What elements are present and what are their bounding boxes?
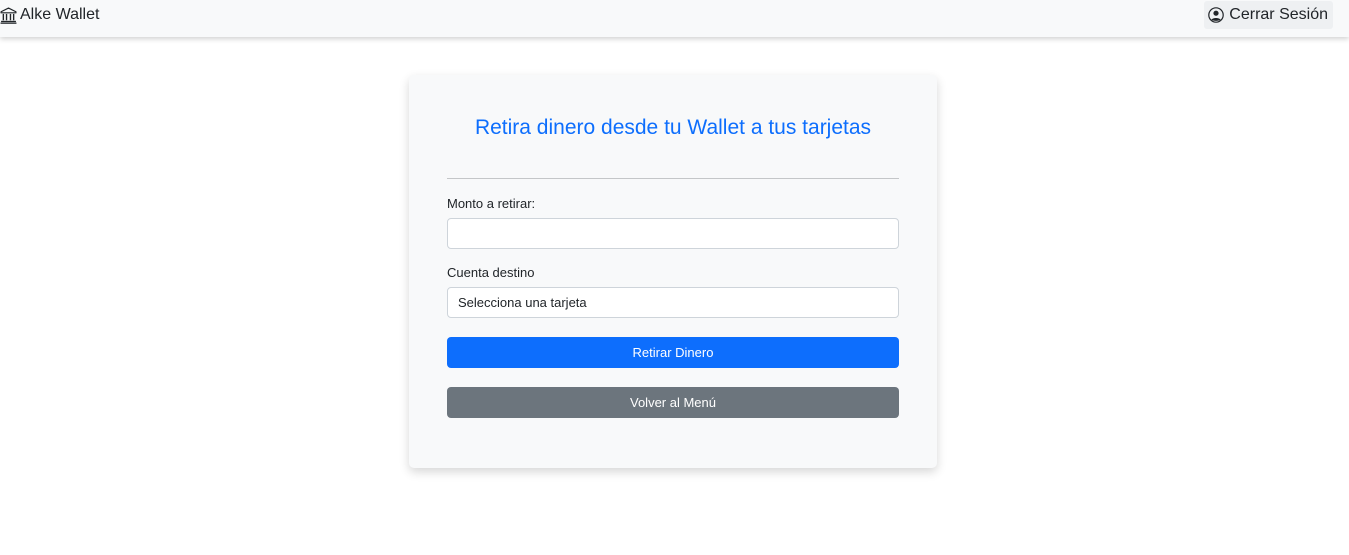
brand-label: Alke Wallet <box>20 6 100 23</box>
navbar: Alke Wallet Cerrar Sesión <box>0 0 1349 37</box>
logout-label: Cerrar Sesión <box>1229 6 1328 23</box>
back-to-menu-button[interactable]: Volver al Menú <box>447 387 899 418</box>
amount-input[interactable] <box>447 218 899 249</box>
account-select-value: Selecciona una tarjeta <box>458 295 587 310</box>
user-circle-icon <box>1208 7 1225 23</box>
divider <box>447 178 899 179</box>
withdraw-card: Retira dinero desde tu Wallet a tus tarj… <box>409 75 937 468</box>
account-select[interactable]: Selecciona una tarjeta <box>447 287 899 318</box>
bank-icon <box>0 6 17 24</box>
withdraw-button[interactable]: Retirar Dinero <box>447 337 899 368</box>
brand-link[interactable]: Alke Wallet <box>0 4 99 26</box>
page-title: Retira dinero desde tu Wallet a tus tarj… <box>474 116 872 139</box>
account-label: Cuenta destino <box>447 265 535 280</box>
logout-button[interactable]: Cerrar Sesión <box>1204 1 1333 29</box>
amount-label: Monto a retirar: <box>447 196 536 211</box>
